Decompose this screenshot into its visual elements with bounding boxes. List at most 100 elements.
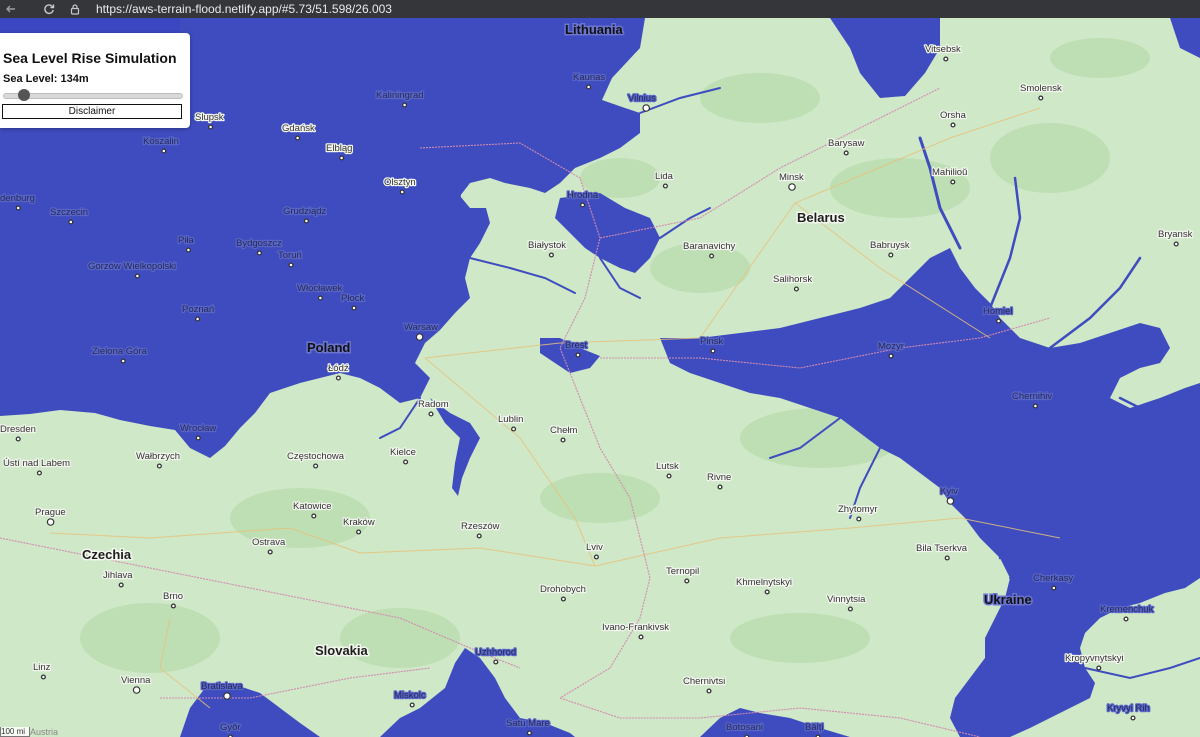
city-label: Salihorsk [773,274,812,285]
city-label: Łódź [328,363,349,374]
city-label: Rzeszów [461,521,500,532]
city-dot [944,555,950,561]
city-label: Koszalin [143,136,179,147]
city-label: Kielce [390,447,416,458]
city-label: Brno [163,591,183,602]
slider-thumb[interactable] [18,89,31,101]
lock-icon[interactable] [64,3,86,15]
city-dot [170,603,176,609]
city-label: Ivano-Frankivsk [602,622,669,633]
city-dot [710,348,716,354]
city-label: Linz [33,662,51,673]
city-label: Cherkasy [1033,573,1073,584]
city-label: Khmelnytskyi [736,577,792,588]
city-dot [295,135,301,141]
country-label: Belarus [797,210,845,225]
city-label: Slupsk [195,112,224,123]
sea-level-slider[interactable] [3,89,183,101]
city-dot [593,554,599,560]
city-dot [888,252,894,258]
attribution-text: Austria [30,727,59,737]
city-label: Kaunas [573,72,605,83]
city-dot [950,122,956,128]
city-dot [351,305,357,311]
city-label: Botosani [726,722,763,733]
city-label: Zielona Góra [92,346,148,357]
city-label: Grudziądz [283,206,327,217]
city-dot [356,529,362,535]
country-label: Lithuania [565,22,624,37]
city-label: Pinsk [700,336,723,347]
country-label: Slovakia [315,643,369,658]
panel-title: Sea Level Rise Simulation [3,50,177,66]
city-dot [303,218,309,224]
city-label: Bila Tserkva [916,543,968,554]
city-dot [847,606,853,612]
city-label: Orsha [940,110,967,121]
city-label: Lida [655,171,674,182]
city-dot [118,582,124,588]
slider-track[interactable] [3,93,183,99]
city-dot [586,84,592,90]
city-label: Kaliningrad [376,90,424,101]
city-dot [195,435,201,441]
city-dot [15,205,21,211]
city-label: Vilnius [628,93,656,104]
city-label: Chernihiv [1012,391,1052,402]
city-dot [134,273,140,279]
country-label: Ukraine [984,592,1032,607]
city-dot [46,518,55,526]
city-label: Bydgoszcz [236,238,282,249]
city-dot [15,436,21,442]
city-dot [788,183,796,191]
city-label: Bălți [805,722,823,733]
city-dot [580,202,586,208]
city-dot [638,634,644,640]
city-label: Płock [341,293,364,304]
city-label: Kremenchuk [1100,604,1154,615]
city-label: Kraków [343,517,375,528]
city-label: Gdańsk [282,123,315,134]
city-label: Győr [220,722,241,733]
arrow-left-icon[interactable] [0,0,22,18]
city-dot [399,189,405,195]
city-dot [888,353,894,359]
city-label: Miskolc [394,690,426,701]
city-label: Ternopil [666,566,699,577]
city-dot [476,533,482,539]
city-dot [946,497,955,505]
city-label: Elbląg [326,143,352,154]
city-dot [1051,585,1057,591]
city-label: Piła [178,235,195,246]
city-dot [793,286,799,292]
city-label: Gorzów Wielkopolski [88,261,176,272]
city-dot [1096,665,1102,671]
city-dot [943,56,949,62]
city-dot [161,148,167,154]
city-dot [548,252,554,258]
country-label: Poland [307,340,350,355]
city-dot [335,375,341,381]
city-dot [1038,95,1044,101]
reload-icon[interactable] [38,0,60,18]
city-dot [223,692,231,700]
city-label: Zhytomyr [838,504,878,515]
disclaimer-button[interactable]: Disclaimer [2,104,182,119]
url-text[interactable]: https://aws-terrain-flood.netlify.app/#5… [96,2,392,16]
city-dot [642,104,651,112]
city-label: Uzhhorod [475,647,516,658]
city-label: Vinnytsia [827,594,866,605]
scale-bar: 100 mi [0,727,30,737]
city-dot [709,253,715,259]
city-label: Włocławek [297,283,343,294]
city-dot [120,358,126,364]
city-dot [40,674,46,680]
city-label: Brest [565,340,588,351]
city-label: Ústí nad Labem [3,458,70,469]
city-label: Chernivtsi [683,676,725,687]
city-label: Wałbrzych [136,451,180,462]
address-bar[interactable]: https://aws-terrain-flood.netlify.app/#5… [64,0,1200,18]
city-dot [526,730,532,736]
city-dot [156,463,162,469]
city-dot [288,262,294,268]
